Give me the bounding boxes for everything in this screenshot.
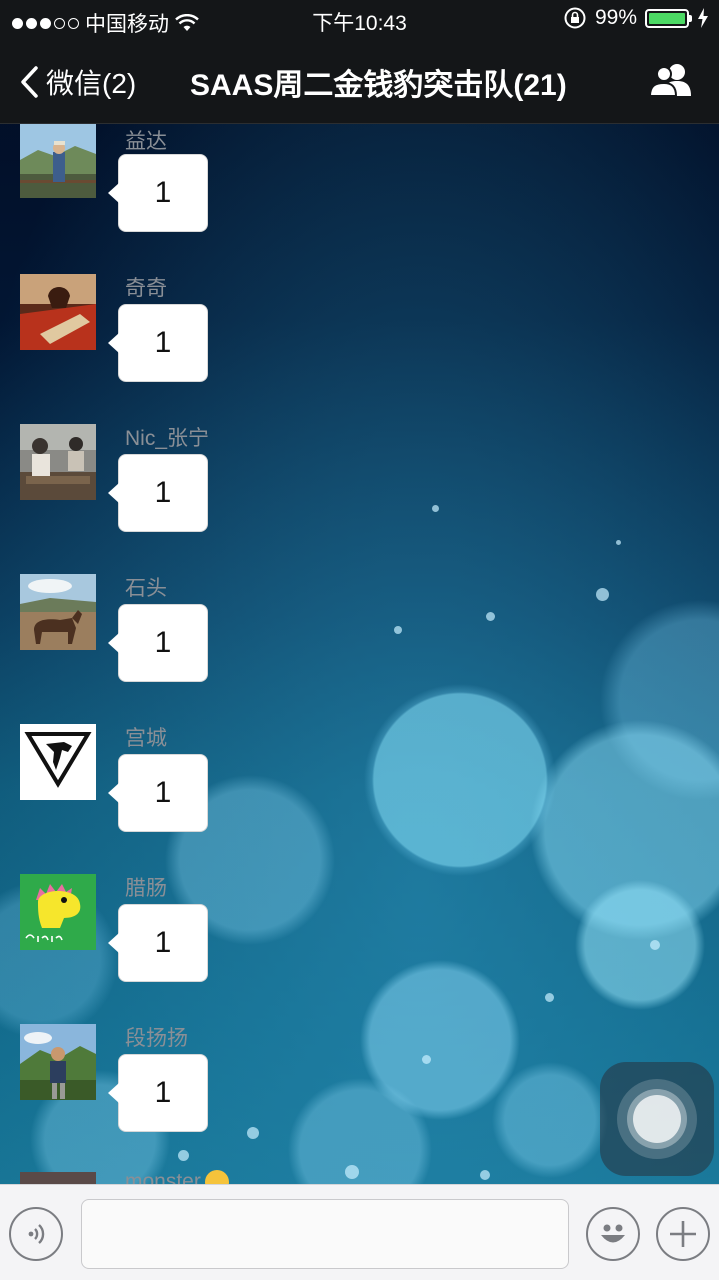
emoji-button[interactable]	[586, 1207, 640, 1261]
message-text: 1	[154, 776, 172, 809]
message-text: 1	[154, 326, 172, 359]
message-bubble[interactable]: 1	[108, 904, 208, 982]
message-bubble[interactable]: 1	[108, 454, 208, 532]
charging-bolt-icon	[698, 8, 708, 28]
message-text: 1	[154, 926, 172, 959]
plus-icon	[670, 1221, 696, 1247]
sender-name: Nic_张宁	[125, 427, 210, 450]
avatar[interactable]	[20, 1172, 96, 1184]
message-bubble[interactable]: 1	[108, 304, 208, 382]
smiley-icon	[601, 1224, 625, 1243]
more-options-button[interactable]	[656, 1207, 710, 1261]
group-info-button[interactable]	[648, 62, 695, 103]
avatar[interactable]	[20, 1024, 96, 1100]
nav-bar: 微信(2) SAAS周二金钱豹突击队(21)	[0, 40, 719, 124]
thinking-emoji-icon	[204, 1170, 229, 1184]
message-item: Nic_张宁 1	[0, 424, 719, 574]
back-label: 微信(2)	[46, 68, 137, 99]
sender-name: 益达	[125, 130, 167, 153]
message-item: 宫城 1	[0, 724, 719, 874]
message-input[interactable]	[81, 1199, 569, 1269]
battery-percent: 99%	[594, 6, 637, 29]
sender-name: monster	[125, 1170, 229, 1184]
message-bubble[interactable]: 1	[108, 154, 208, 232]
rotation-lock-icon	[564, 7, 586, 29]
avatar[interactable]	[20, 874, 96, 950]
sender-name: 宫城	[125, 727, 167, 750]
battery-icon	[645, 8, 692, 28]
avatar[interactable]	[20, 424, 96, 500]
message-bubble[interactable]: 1	[108, 604, 208, 682]
sender-name: 腊肠	[125, 877, 167, 900]
message-bubble[interactable]: 1	[108, 1054, 208, 1132]
avatar[interactable]	[20, 574, 96, 650]
assistive-touch-button[interactable]	[600, 1062, 714, 1176]
message-item: 石头 1	[0, 574, 719, 724]
message-item: 奇奇 1	[0, 274, 719, 424]
group-members-icon	[648, 64, 691, 97]
back-button[interactable]: 微信(2)	[18, 62, 136, 102]
sender-name: 奇奇	[125, 277, 167, 300]
sender-name: 段扬扬	[125, 1027, 188, 1050]
message-item: monster	[0, 1170, 719, 1184]
avatar[interactable]	[20, 274, 96, 350]
page-title: SAAS周二金钱豹突击队(21)	[190, 69, 567, 102]
avatar[interactable]	[20, 724, 96, 800]
message-text: 1	[154, 176, 172, 209]
status-bar: 中国移动 下午10:43 99%	[0, 0, 719, 40]
message-item: 益达 1	[0, 124, 719, 274]
voice-icon	[28, 1224, 45, 1244]
message-bubble[interactable]: 1	[108, 754, 208, 832]
avatar[interactable]	[20, 124, 96, 198]
message-list[interactable]: 益达 1 奇奇 1 Nic_张宁 1 石头 1 宫城 1 腊肠 1 段扬扬 1 …	[0, 124, 719, 1184]
message-item: 腊肠 1	[0, 874, 719, 1024]
chevron-left-icon	[21, 66, 38, 98]
message-text: 1	[154, 1076, 172, 1109]
message-text: 1	[154, 626, 172, 659]
message-text: 1	[154, 476, 172, 509]
sender-name: 石头	[125, 577, 167, 600]
voice-input-button[interactable]	[9, 1207, 63, 1261]
sender-name-text: monster	[125, 1170, 201, 1184]
input-bar	[0, 1184, 719, 1280]
